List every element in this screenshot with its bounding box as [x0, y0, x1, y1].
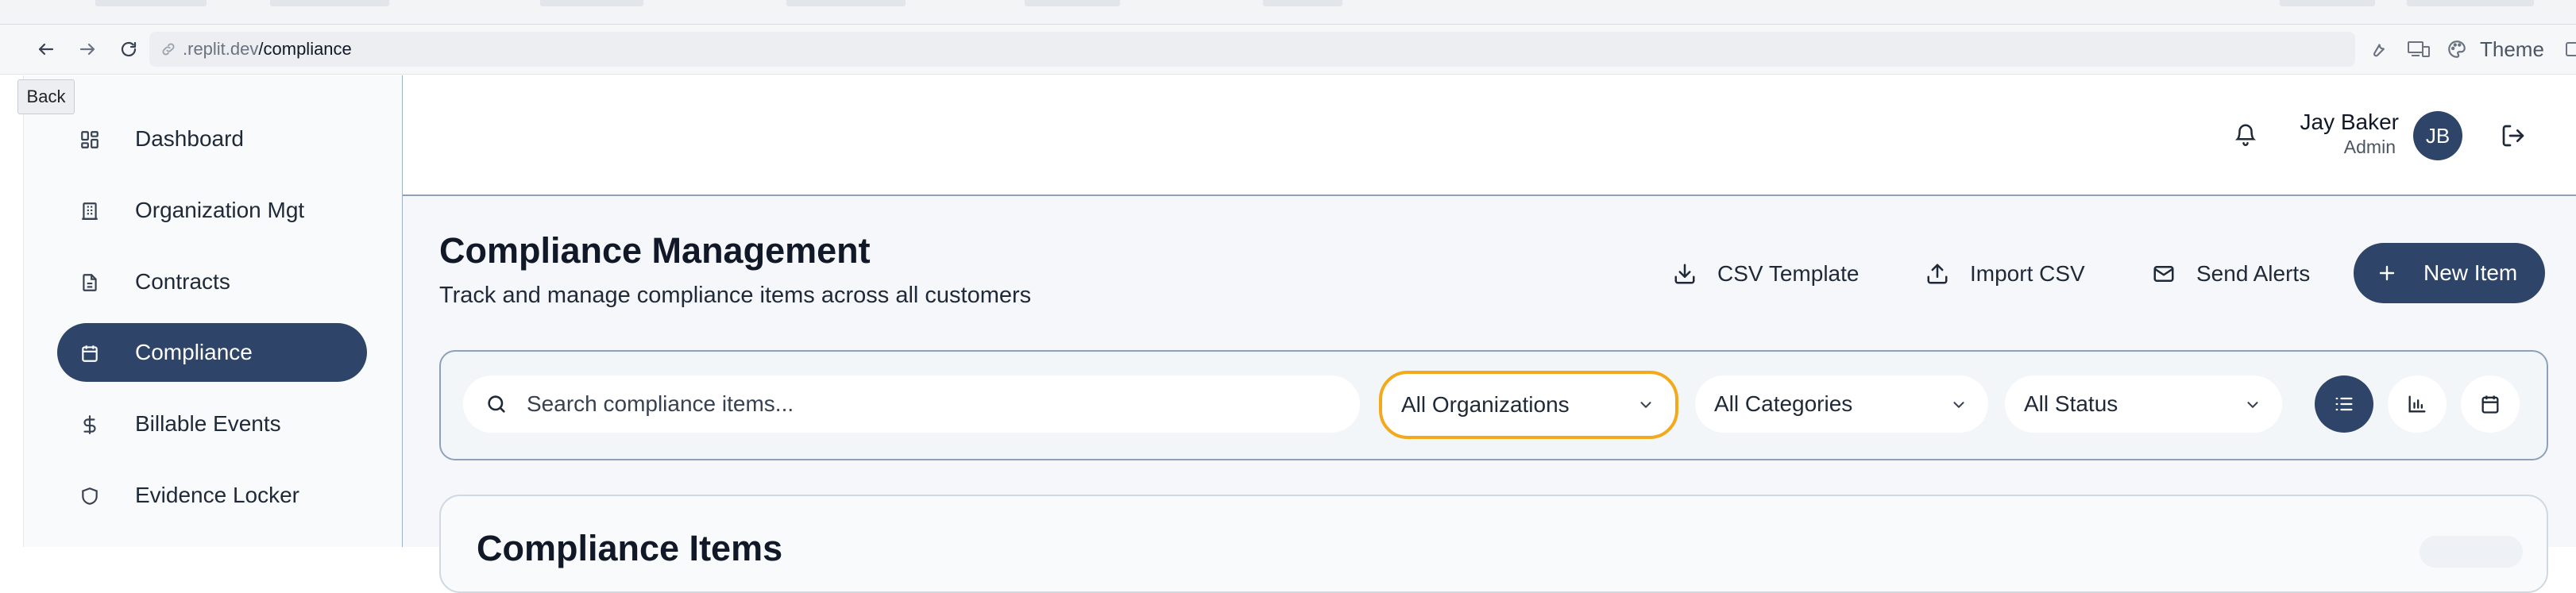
logout-icon [2502, 125, 2524, 147]
download-icon [1674, 264, 1695, 284]
arrow-right-icon [79, 43, 95, 56]
sidebar-item-compliance[interactable]: Compliance [57, 323, 367, 383]
sidebar: Dashboard Organization Mgt Contracts Com… [23, 75, 404, 547]
page-subtitle: Track and manage compliance items across… [439, 283, 1032, 308]
theme-label: Theme [2480, 37, 2544, 61]
user-role: Admin [2343, 137, 2396, 157]
browser-tab-strip [0, 0, 2576, 25]
csv-template-button[interactable]: CSV Template [1673, 243, 1859, 305]
send-alerts-button[interactable]: Send Alerts [2152, 243, 2310, 305]
back-button[interactable] [30, 34, 62, 64]
sidebar-item-contracts[interactable]: Contracts [57, 252, 367, 311]
chart-view-button[interactable] [2388, 375, 2447, 433]
bell-icon [2234, 124, 2257, 146]
calendar-icon [82, 345, 98, 363]
devices-icon[interactable] [2407, 34, 2431, 64]
dashboard-grid-icon [81, 131, 98, 148]
category-select[interactable]: All Categories [1695, 375, 1988, 433]
browser-toolbar: .replit.dev/compliance Theme [0, 25, 2576, 75]
reload-button[interactable] [113, 34, 145, 64]
chevron-down-icon [1953, 402, 1964, 408]
chevron-down-icon [1640, 402, 1651, 408]
url-host: .replit.dev [183, 39, 259, 59]
new-item-button[interactable]: New Item [2354, 243, 2545, 303]
wrench-icon[interactable] [2367, 34, 2388, 64]
card-title: Compliance Items [477, 528, 783, 568]
search-field[interactable] [463, 375, 1360, 433]
link-icon [160, 40, 178, 58]
notifications-button[interactable] [2234, 121, 2257, 148]
search-icon [488, 395, 505, 413]
theme-button[interactable]: Theme [2447, 34, 2544, 64]
search-input[interactable] [525, 391, 1323, 418]
chart-view-icon [2408, 395, 2426, 413]
card-action-placeholder [2420, 536, 2523, 568]
organization-select-value: All Organizations [1401, 392, 1570, 417]
url-path: /compliance [258, 39, 352, 59]
logout-button[interactable] [2501, 123, 2526, 148]
calendar-view-button[interactable] [2461, 375, 2520, 433]
mail-icon [2153, 266, 2174, 282]
page-title: Compliance Management [439, 230, 871, 271]
sidebar-item-label: Contracts [135, 268, 230, 294]
palette-icon [2448, 40, 2466, 58]
sidebar-item-label: Compliance [135, 340, 253, 365]
sidebar-item-label: Organization Mgt [135, 197, 305, 222]
building-icon [82, 202, 98, 220]
popout-icon[interactable] [2564, 34, 2576, 64]
reload-icon [121, 41, 137, 57]
sidebar-item-dashboard[interactable]: Dashboard [57, 110, 367, 168]
document-icon [83, 273, 97, 291]
sidebar-item-organization-mgt[interactable]: Organization Mgt [57, 181, 367, 240]
compliance-items-card: Compliance Items [439, 495, 2548, 593]
import-csv-button[interactable]: Import CSV [1925, 243, 2085, 305]
sidebar-item-evidence-locker[interactable]: Evidence Locker [57, 466, 367, 525]
dollar-icon [83, 415, 96, 435]
status-select[interactable]: All Status [2005, 375, 2282, 433]
arrow-left-icon [38, 43, 54, 56]
import-csv-label: Import CSV [1970, 261, 2085, 286]
category-select-value: All Categories [1714, 391, 1853, 416]
shield-icon [82, 487, 98, 505]
sidebar-item-label: Dashboard [135, 126, 244, 151]
upload-icon [1927, 264, 1948, 284]
calendar-view-icon [2481, 395, 2499, 414]
list-view-icon [2335, 397, 2353, 411]
back-tooltip: Back [17, 79, 75, 114]
sidebar-item-label: Billable Events [135, 411, 281, 437]
avatar[interactable]: JB [2413, 111, 2462, 160]
sidebar-item-label: Evidence Locker [135, 483, 300, 507]
forward-button[interactable] [71, 34, 103, 64]
plus-icon [2379, 265, 2395, 281]
chevron-down-icon [2247, 402, 2258, 408]
send-alerts-label: Send Alerts [2196, 261, 2311, 286]
status-select-value: All Status [2024, 391, 2118, 416]
list-view-button[interactable] [2315, 375, 2373, 433]
organization-select[interactable]: All Organizations [1379, 371, 1678, 439]
new-item-label: New Item [2423, 260, 2518, 285]
csv-template-label: CSV Template [1717, 261, 1860, 286]
user-name: Jay Baker [2300, 110, 2400, 134]
sidebar-item-billable-events[interactable]: Billable Events [57, 395, 367, 453]
address-bar[interactable]: .replit.dev/compliance [149, 32, 2355, 67]
